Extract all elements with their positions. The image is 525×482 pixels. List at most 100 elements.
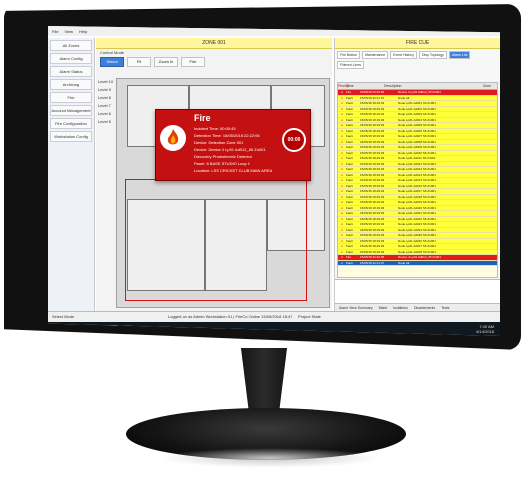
event-time: 15/05/18 18:29:03 xyxy=(360,216,385,221)
column-header[interactable]: Priority xyxy=(338,83,349,89)
event-time: 15/05/18 22:22:06 xyxy=(360,90,385,94)
level-item[interactable]: Level 8 xyxy=(96,94,116,102)
warning-triangle-icon: ⚠ xyxy=(340,123,344,127)
event-time: 15/05/18 18:29:03 xyxy=(360,227,385,232)
fire-filter-button[interactable]: Fire xyxy=(181,57,205,67)
event-rows: ⚠ Fire 15/05/18 22:22:06 Device 4 Lp01 Ad01… xyxy=(338,90,497,266)
event-type: Fault xyxy=(346,106,353,111)
event-description: Node Lp01 Ad023 S5 Zn001 xyxy=(398,222,436,226)
event-time: 15/05/18 18:29:03 xyxy=(360,233,385,237)
column-header[interactable]: Zone xyxy=(483,83,497,89)
fit-button[interactable]: Fit xyxy=(127,57,151,67)
event-time: 15/05/18 18:29:03 xyxy=(360,145,385,149)
event-filter-button[interactable]: Fire Button xyxy=(337,51,361,59)
event-row[interactable]: ⚠ Fault 15/05/18 22:21:07 Node Alt xyxy=(338,260,497,266)
warning-triangle-icon: ⚠ xyxy=(340,139,344,144)
taskbar-clock: 7:40 AM 6/14/2018 xyxy=(476,324,494,334)
monitor-shadow xyxy=(160,448,380,468)
zoom-in-button[interactable]: Zoom In xyxy=(154,57,178,67)
sidebar-item[interactable]: All Zones xyxy=(50,40,92,51)
event-time: 15/05/18 18:29:03 xyxy=(360,200,385,204)
event-type: Fault xyxy=(346,211,353,215)
event-type: Fault xyxy=(346,112,353,116)
menu-item-file[interactable]: File xyxy=(52,29,58,34)
event-filter-button[interactable]: Filtered Lines xyxy=(337,61,365,69)
event-description: Node Lp01 Ad015 S5 Zn001 xyxy=(398,178,436,182)
event-filter-button[interactable]: Alarm List xyxy=(448,51,471,59)
event-time: 15/05/18 18:29:03 xyxy=(360,244,385,248)
event-type: Fault xyxy=(346,222,353,226)
event-type: Fault xyxy=(346,117,353,122)
sidebar-item[interactable]: Account Management xyxy=(50,105,92,116)
level-item[interactable]: Level 6 xyxy=(96,110,116,118)
level-item[interactable]: Level 9 xyxy=(96,86,116,94)
event-type: Fault xyxy=(346,200,353,204)
event-type: Fault xyxy=(346,128,353,133)
floor-plan[interactable]: Fire Incident Time: 00:00:45 Detection Ti… xyxy=(116,78,330,308)
event-table: Priority Time Description Zone ⚠ Fire 15/05/1… xyxy=(337,82,498,278)
event-filter-button[interactable]: Event History xyxy=(390,51,417,59)
event-description: Node Lp01 Ad019 S5 Zn001 xyxy=(398,200,436,204)
warning-triangle-icon: ⚠ xyxy=(340,183,344,188)
event-type: Fault xyxy=(346,227,353,232)
column-header[interactable]: Description xyxy=(384,83,483,89)
event-description: Node Lp01 Ad002 S5 Zn001 xyxy=(398,106,436,111)
event-detail-area: Alarm View Summary Maint Isolations Disable… xyxy=(335,279,500,312)
sidebar-item[interactable]: Archiving xyxy=(50,79,92,90)
event-time: 15/05/18 18:29:03 xyxy=(360,123,385,127)
level-item[interactable]: Level 5 xyxy=(96,118,116,126)
event-filter-button[interactable]: Disp Topology xyxy=(418,51,447,59)
event-description: Node Lp01 Ad013 S5 Zn001 xyxy=(398,167,436,171)
event-description: Node Lp01 Ad027 S5 Zn001 xyxy=(398,244,436,248)
sidebar-item[interactable]: Workstation Config xyxy=(50,131,92,142)
event-time: 15/05/18 22:22:06 xyxy=(360,255,385,259)
event-type: Fault xyxy=(346,183,353,188)
project-state: Project State xyxy=(298,314,321,319)
zone-header: ZONE 001 xyxy=(96,38,332,49)
event-type: Fault xyxy=(346,145,353,149)
event-time: 15/05/18 18:29:03 xyxy=(360,194,385,199)
warning-triangle-icon: ⚠ xyxy=(340,189,344,193)
warning-triangle-icon: ⚠ xyxy=(340,216,344,221)
event-time: 15/05/18 18:29:03 xyxy=(360,156,385,160)
fire-detail-line: Device: Device 4 Lp01 Ad012_65 Zn001 xyxy=(194,147,266,152)
sidebar-item[interactable]: Fire xyxy=(50,92,92,103)
event-type: Fault xyxy=(346,244,353,248)
event-time: 15/05/18 18:29:03 xyxy=(360,222,385,226)
column-header[interactable]: Time xyxy=(346,83,384,89)
sidebar-item[interactable]: Fire Configuration xyxy=(50,118,92,129)
control-mode-label: Control Mode xyxy=(100,50,125,55)
event-time: 15/05/18 18:29:03 xyxy=(360,167,385,171)
fire-alarm-popup[interactable]: Fire Incident Time: 00:00:45 Detection Ti… xyxy=(155,109,311,181)
event-filter-button[interactable]: Maintenance xyxy=(362,51,389,59)
warning-triangle-icon: ⚠ xyxy=(340,112,344,116)
sidebar: All Zones Alarm Config Alarm Status Archivi… xyxy=(48,38,95,312)
warning-triangle-icon: ⚠ xyxy=(340,200,344,204)
sidebar-item[interactable]: Alarm Status xyxy=(50,66,92,77)
event-time: 15/05/18 18:29:03 xyxy=(360,183,385,188)
warning-triangle-icon: ⚠ xyxy=(340,205,344,210)
event-description: Node Lp01 Ad025 S5 Zn001 xyxy=(398,233,436,237)
menu-item-view[interactable]: View xyxy=(64,29,73,34)
event-time: 15/05/18 18:29:03 xyxy=(360,112,385,116)
level-item[interactable]: Level 10 xyxy=(96,78,116,86)
warning-triangle-icon: ⚠ xyxy=(340,90,344,94)
level-item[interactable]: Level 7 xyxy=(96,102,116,110)
event-description: Node Lp01 Ad008 S5 Zn001 xyxy=(398,139,436,144)
warning-triangle-icon: ⚠ xyxy=(340,194,344,199)
screen: File View Help All Zones Alarm Config Alarm … xyxy=(48,26,500,336)
event-description: Node Lp01 Ad021 S5 Zn001 xyxy=(398,211,436,215)
warning-triangle-icon: ⚠ xyxy=(340,260,344,265)
warning-triangle-icon: ⚠ xyxy=(340,227,344,232)
fire-detail-line: Incident Time: 00:00:45 xyxy=(194,126,236,131)
select-button[interactable]: Select xyxy=(100,57,124,67)
warning-triangle-icon: ⚠ xyxy=(340,244,344,248)
menu-item-help[interactable]: Help xyxy=(79,29,87,34)
event-time: 15/05/18 18:29:03 xyxy=(360,238,385,243)
event-description: Node Lp01 Ad011 S5 Zn001 xyxy=(398,156,436,160)
event-type: Fault xyxy=(346,249,353,254)
fire-detail-line: Panel: 8 BASE STUDIO Loop 1 xyxy=(194,161,251,166)
event-type: Fault xyxy=(346,205,353,210)
warning-triangle-icon: ⚠ xyxy=(340,134,344,138)
sidebar-item[interactable]: Alarm Config xyxy=(50,53,92,64)
